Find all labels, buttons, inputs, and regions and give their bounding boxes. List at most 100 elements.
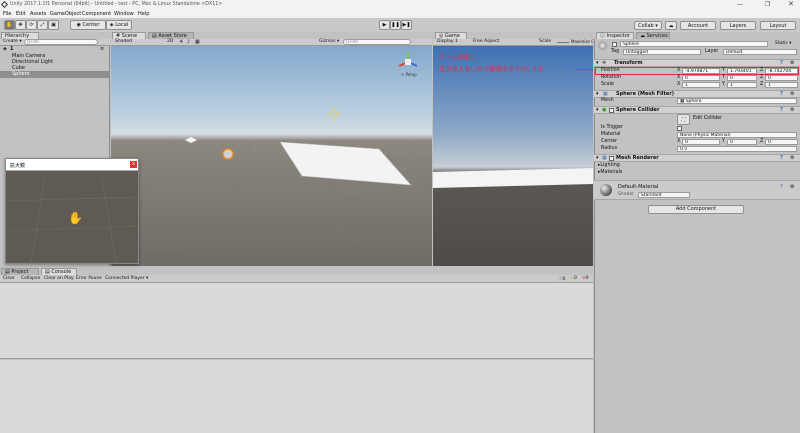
help-icon[interactable]: ? [780,107,783,114]
restore-icon[interactable]: ❐ [765,1,770,8]
scale-slider[interactable] [557,42,569,43]
console-error-pause-button[interactable]: Error Pause [76,276,102,281]
tab-game[interactable]: ◎ Game [435,32,467,39]
menu-gameobject[interactable]: GameObject [50,11,81,17]
help-icon[interactable]: ? [780,60,783,67]
hand-tool-button[interactable]: ✋ [4,20,15,30]
move-tool-button[interactable]: ✥ [15,20,26,30]
aspect-dropdown[interactable]: Free Aspect [473,39,499,44]
pivot-local-button[interactable]: ◈ Local [106,20,132,30]
menu-component[interactable]: Component [82,11,111,17]
physic-material-field[interactable]: None (Physic Material) [677,132,797,138]
gizmos-dropdown[interactable]: Gizmos ▾ [319,39,339,44]
shader-dropdown[interactable]: Standard [638,192,690,198]
tab-scene[interactable]: # Scene [112,32,146,39]
active-checkbox[interactable] [612,42,617,47]
is-trigger-checkbox[interactable] [677,126,682,131]
edit-collider-button[interactable]: ⛶ [677,114,690,125]
scale-y-input[interactable]: 1 [727,82,757,88]
close-window-icon[interactable]: ✕ [788,0,794,8]
console-connected-player-dropdown[interactable]: Connected Player ▾ [105,276,148,281]
rotation-x-input[interactable]: 0 [682,75,720,81]
position-x-input[interactable]: -4.974871 [682,68,720,74]
create-button[interactable]: Create ▾ [3,39,22,44]
layer-dropdown[interactable]: Default [723,49,797,55]
layout-button[interactable]: Layout [760,21,796,30]
component-settings-icon[interactable]: ⚙ [790,107,794,114]
menu-window[interactable]: Window [114,11,134,17]
mesh-renderer-header[interactable]: ▾ ▦ Mesh Renderer ? ⚙ [594,154,800,162]
light-toggle-icon[interactable]: ☀ [179,39,183,45]
center-z-input[interactable]: 0 [765,139,798,145]
account-button[interactable]: Account [680,21,716,30]
position-y-input[interactable]: 1.793401 [727,68,757,74]
static-toggle[interactable]: Static ▾ [775,41,792,46]
mesh-filter-header[interactable]: ▾ ▦ Sphere (Mesh Filter) ? ⚙ [594,90,800,98]
position-z-input[interactable]: -8.742704 [765,68,798,74]
collab-button[interactable]: Collab ▾ [634,21,662,30]
error-count-toggle[interactable]: ⊘0 [582,276,589,281]
tab-services[interactable]: ☁ Services [636,32,670,39]
display-dropdown[interactable]: Display 1 [437,39,458,44]
component-settings-icon[interactable]: ⚙ [790,155,794,162]
console-log-area[interactable] [0,283,593,359]
radius-input[interactable]: 0.5 [677,146,797,152]
rect-tool-button[interactable]: ▣ [48,20,59,30]
magnifier-close-button[interactable]: x [130,161,137,168]
component-settings-icon[interactable]: ⚙ [790,184,794,190]
menu-help[interactable]: Help [138,11,149,17]
shading-dropdown[interactable]: Shaded [115,39,132,44]
magnifier-window[interactable]: 拡大鏡 x ✋ [5,158,139,264]
mesh-object-field[interactable]: ▦ Sphere [677,98,797,104]
info-count-toggle[interactable]: ⓘ0 [558,276,565,282]
rotation-y-input[interactable]: 0 [727,75,757,81]
scene-viewport[interactable]: < Persp [111,46,432,266]
tab-console[interactable]: ▤ Console [41,268,77,275]
transform-header[interactable]: ▾ ✥ Transform ? ⚙ [594,59,800,67]
scene-options-icon[interactable]: ≡ [100,46,104,52]
add-component-button[interactable]: Add Component [648,205,744,214]
scale-z-input[interactable]: 1 [765,82,798,88]
warning-count-toggle[interactable]: ⚠0 [570,276,577,281]
menu-file[interactable]: File [3,11,11,17]
rotate-tool-button[interactable]: ⟳ [26,20,37,30]
tab-inspector[interactable]: ⓘ Inspector [596,32,634,39]
console-clear-on-play-button[interactable]: Clear on Play [44,276,74,281]
game-viewport[interactable]: ゲーム画面に 玉が見えないので座標を全て0にする [433,46,593,266]
step-button[interactable]: ▶❚ [401,20,412,30]
lighting-foldout[interactable]: ▸Lighting [598,163,620,169]
menu-edit[interactable]: Edit [16,11,26,17]
hierarchy-scene-row[interactable]: ◈ 1 ≡ [0,46,110,53]
tab-project[interactable]: ▤ Project [1,268,39,275]
pause-button[interactable]: ❚❚ [390,20,401,30]
audio-toggle-icon[interactable]: ♪ [187,39,190,45]
magnifier-titlebar[interactable]: 拡大鏡 x [6,159,138,171]
console-clear-button[interactable]: Clear [3,276,15,281]
scale-x-input[interactable]: 1 [682,82,720,88]
center-y-input[interactable]: 0 [727,139,757,145]
cloud-button[interactable]: ☁ [665,21,677,30]
object-name-input[interactable]: Sphere [620,41,768,47]
help-icon[interactable]: ? [780,184,783,190]
center-x-input[interactable]: 0 [682,139,720,145]
tab-asset-store[interactable]: ▤ Asset Store [148,32,194,39]
component-settings-icon[interactable]: ⚙ [790,91,794,98]
scene-search-input[interactable]: Q•All [343,39,411,45]
collider-enabled-checkbox[interactable] [609,108,614,113]
play-button[interactable]: ▶ [379,20,390,30]
maximize-on-play-toggle[interactable]: Maximize On Play [571,39,593,44]
effects-toggle-icon[interactable]: ▦ [195,39,200,45]
console-collapse-button[interactable]: Collapse [21,276,40,281]
minimize-icon[interactable]: — [737,1,743,8]
layers-button[interactable]: Layers [720,21,756,30]
help-icon[interactable]: ? [780,91,783,98]
help-icon[interactable]: ? [780,155,783,162]
menu-assets[interactable]: Assets [30,11,46,17]
sphere-collider-header[interactable]: ▾ ● Sphere Collider ? ⚙ [594,106,800,114]
scale-tool-button[interactable]: ⤢ [37,20,48,30]
tag-dropdown[interactable]: Untagged [623,49,701,55]
hierarchy-item-sphere-selected[interactable]: Sphere [0,71,110,78]
component-settings-icon[interactable]: ⚙ [790,60,794,67]
renderer-enabled-checkbox[interactable] [609,156,614,161]
rotation-z-input[interactable]: 0 [765,75,798,81]
